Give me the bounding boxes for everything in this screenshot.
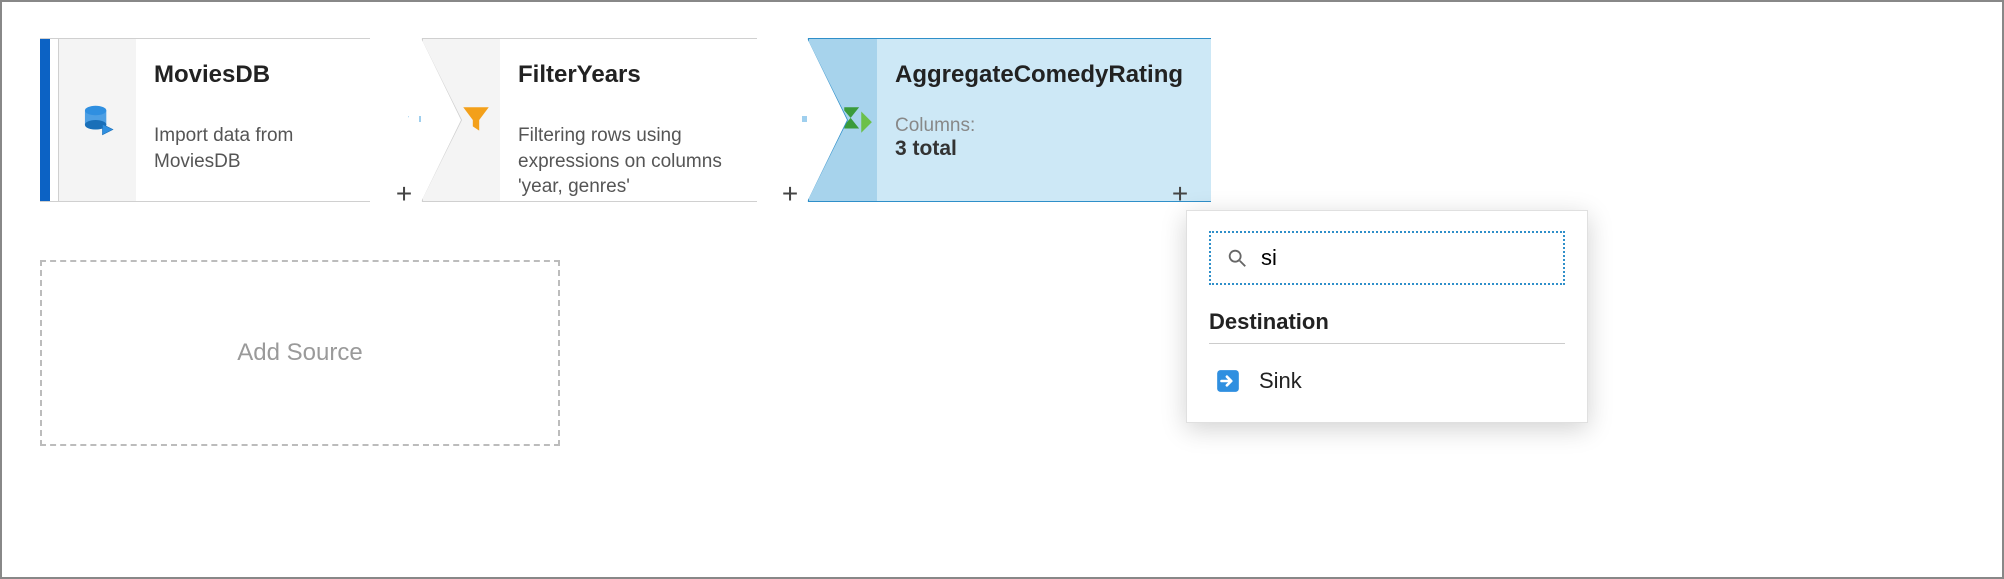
node-body: FilterYears Filtering rows using express… <box>500 38 757 202</box>
node-source-moviesdb[interactable]: MoviesDB Import data from MoviesDB <box>40 38 410 202</box>
filter-icon-col <box>422 38 500 202</box>
popup-item-sink[interactable]: Sink <box>1209 358 1565 404</box>
node-aggregate-comedyrating[interactable]: AggregateComedyRating Columns: 3 total <box>808 38 1168 202</box>
node-description: Filtering rows using expressions on colu… <box>518 123 729 200</box>
node-body: AggregateComedyRating Columns: 3 total <box>877 38 1211 202</box>
search-input[interactable] <box>1261 245 1549 271</box>
node-title: AggregateComedyRating <box>895 61 1183 89</box>
sink-icon <box>1211 364 1245 398</box>
add-source-placeholder[interactable]: Add Source <box>40 260 560 446</box>
node-body: MoviesDB Import data from MoviesDB <box>136 38 370 202</box>
popup-section-heading: Destination <box>1209 309 1565 344</box>
source-accent-bar <box>40 38 50 202</box>
node-description: Import data from MoviesDB <box>154 123 342 174</box>
source-icon-col <box>58 38 136 202</box>
columns-label: Columns: <box>895 115 1183 137</box>
columns-value: 3 total <box>895 137 1183 161</box>
popup-item-label: Sink <box>1259 368 1302 394</box>
sigma-aggregate-icon <box>837 100 877 140</box>
dataflow-canvas[interactable]: MoviesDB Import data from MoviesDB + Fil… <box>2 2 2002 577</box>
funnel-icon <box>456 100 496 140</box>
add-step-after-filter[interactable]: + <box>776 180 804 208</box>
search-box[interactable] <box>1209 231 1565 285</box>
aggregate-icon-col <box>808 38 877 202</box>
node-title: MoviesDB <box>154 61 342 89</box>
source-accent-gap <box>50 38 58 202</box>
node-title: FilterYears <box>518 61 729 89</box>
add-transformation-popup: Destination Sink <box>1186 210 1588 423</box>
add-source-label: Add Source <box>237 339 362 367</box>
add-step-after-source[interactable]: + <box>390 180 418 208</box>
add-step-after-aggregate[interactable]: + <box>1166 180 1194 208</box>
database-source-icon <box>78 100 118 140</box>
search-icon <box>1225 241 1249 275</box>
node-filter-filteryears[interactable]: FilterYears Filtering rows using express… <box>422 38 797 202</box>
